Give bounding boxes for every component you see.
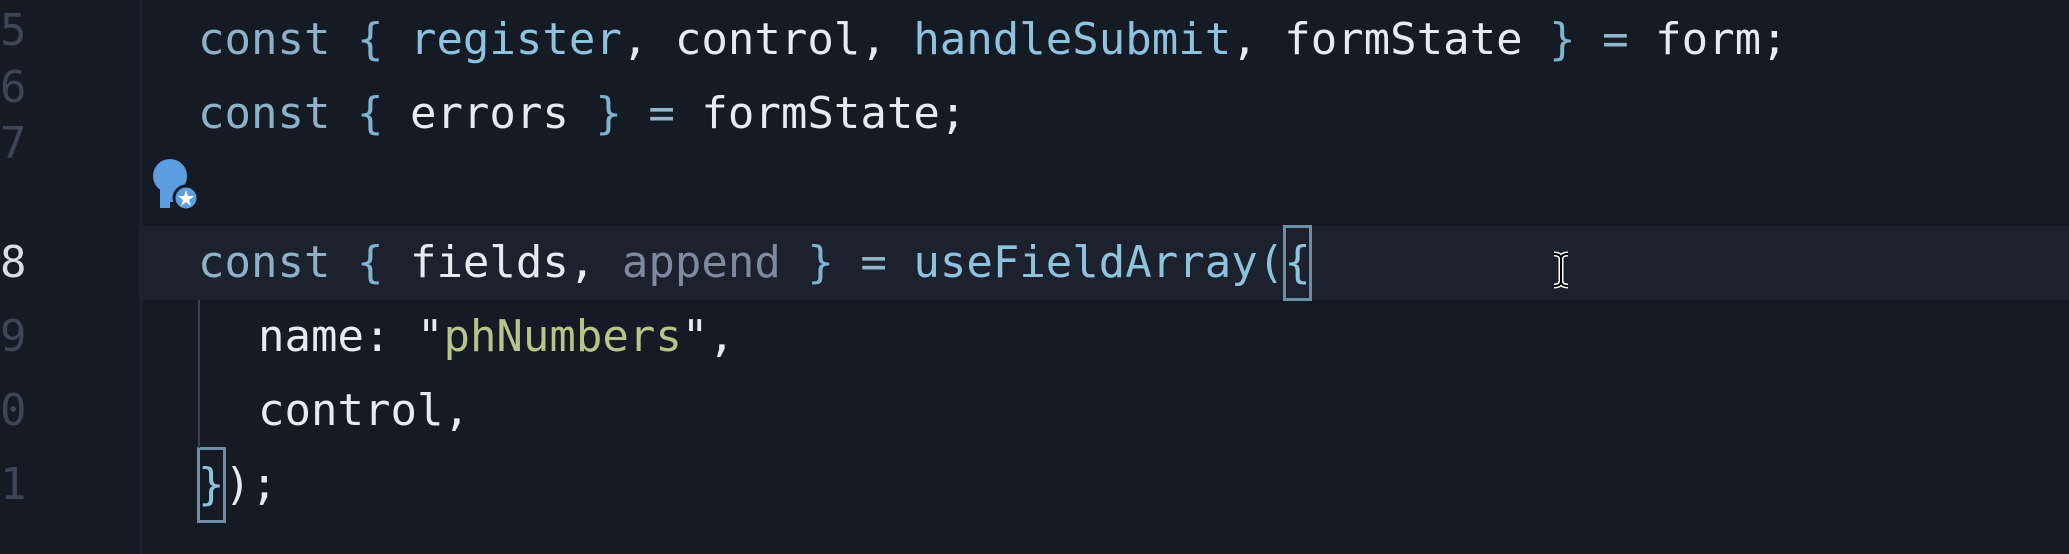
unused-identifier: append	[621, 237, 781, 288]
identifier: fields	[409, 237, 569, 288]
quote: "	[681, 311, 709, 362]
string-literal: phNumbers	[443, 311, 682, 362]
code-editor[interactable]: 5 6 7 8 9 0 1 const { register, control,…	[0, 0, 2069, 554]
comma: ,	[860, 14, 887, 65]
matched-bracket: {	[1283, 225, 1312, 301]
brace: }	[1549, 14, 1576, 65]
brace: }	[595, 88, 622, 139]
ibeam-cursor-icon	[1553, 251, 1569, 289]
identifier: control	[674, 14, 861, 65]
brace: {	[356, 14, 384, 65]
identifier: formState	[1284, 14, 1523, 65]
identifier: errors	[409, 88, 569, 139]
brace: {	[356, 237, 384, 288]
comma: ,	[621, 14, 649, 65]
semicolon: ;	[1761, 14, 1788, 65]
operator: =	[860, 237, 887, 288]
identifier: register	[409, 14, 622, 65]
paren: (	[1257, 237, 1285, 288]
keyword: const	[198, 88, 331, 139]
identifier: form	[1655, 14, 1762, 65]
code-line-6[interactable]: const { errors } = formState;	[198, 77, 966, 151]
comma: ,	[1231, 14, 1258, 65]
keyword: const	[198, 237, 331, 288]
property-shorthand: control,	[258, 385, 470, 436]
brace: }	[807, 237, 834, 288]
indent-guide	[198, 300, 200, 448]
closing-punctuation: );	[224, 459, 278, 510]
property-key: name:	[258, 311, 391, 362]
operator: =	[1602, 14, 1629, 65]
comma: ,	[568, 237, 596, 288]
code-line-9[interactable]: name: "phNumbers",	[258, 300, 735, 374]
operator: =	[648, 88, 675, 139]
line-number: 0	[0, 385, 27, 436]
line-number-active: 8	[0, 237, 27, 288]
line-number: 7	[0, 118, 27, 169]
comma: ,	[708, 311, 735, 362]
code-line-10[interactable]: control,	[258, 374, 470, 448]
function-name: useFieldArray	[913, 237, 1258, 288]
quote: "	[416, 311, 444, 362]
identifier: formState	[701, 88, 940, 139]
code-line-5[interactable]: const { register, control, handleSubmit,…	[198, 3, 1788, 77]
line-number: 1	[0, 459, 27, 510]
brace: {	[356, 88, 384, 139]
semicolon: ;	[939, 88, 967, 139]
line-number: 9	[0, 311, 27, 362]
matched-bracket: }	[197, 447, 226, 523]
line-number-gutter: 5 6 7 8 9 0 1	[0, 0, 140, 554]
identifier: handleSubmit	[913, 14, 1232, 65]
code-line-11[interactable]: });	[197, 447, 278, 523]
lightbulb-quickfix-icon[interactable]	[146, 154, 202, 214]
code-line-8[interactable]: const { fields, append } = useFieldArray…	[198, 225, 1312, 301]
keyword: const	[198, 14, 331, 65]
